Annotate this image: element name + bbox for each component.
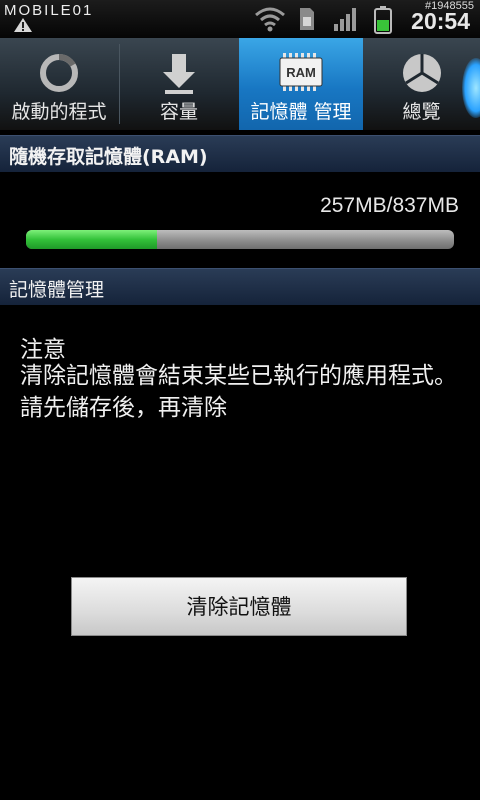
running-apps-icon: [40, 53, 78, 92]
clock: 20:54: [411, 8, 470, 34]
tab-running-apps[interactable]: 啟動的程式: [0, 38, 118, 130]
ram-section-title: 隨機存取記憶體(RAM): [9, 146, 208, 168]
notice-body: 清除記憶體會結束某些已執行的應用程式。請先儲存後，再清除: [20, 363, 457, 421]
ram-usage-text: 257MB/837MB: [320, 194, 459, 217]
tab-overview[interactable]: 總覽: [363, 38, 480, 130]
pie-chart-icon: [402, 54, 441, 92]
memory-section-title: 記憶體管理: [9, 279, 105, 301]
screen: MOBILE01 #1948555 20:54 啟動的程式 容量 RAM 記憶體…: [0, 0, 480, 800]
status-bar: MOBILE01 #1948555 20:54: [0, 0, 480, 38]
tab-label: 記憶體 管理: [250, 101, 352, 123]
battery-icon: [374, 6, 392, 34]
tab-label: 啟動的程式: [11, 101, 107, 123]
watermark: MOBILE01: [4, 2, 94, 19]
memory-section-header: 記憶體管理: [0, 268, 480, 305]
ram-chip-text: RAM: [286, 65, 316, 80]
ram-section-header: 隨機存取記憶體(RAM): [0, 135, 480, 172]
notice-title: 注意: [20, 337, 66, 363]
sim-card-icon: [300, 8, 314, 30]
clear-memory-button[interactable]: 清除記憶體: [71, 577, 407, 636]
signal-icon: [334, 8, 356, 31]
ram-usage-fill: [26, 230, 158, 249]
tab-label: 容量: [159, 101, 198, 123]
wifi-icon: [255, 7, 285, 32]
ram-chip-icon: RAM: [279, 53, 323, 91]
tab-bar: 啟動的程式 容量 RAM 記憶體 管理 總覽: [0, 38, 480, 132]
tab-storage[interactable]: 容量: [120, 38, 238, 130]
download-arrow-icon: [163, 54, 195, 94]
ram-usage-bar: [26, 230, 454, 249]
warning-icon: [14, 18, 32, 32]
tab-memory-management[interactable]: RAM 記憶體 管理: [239, 38, 363, 130]
